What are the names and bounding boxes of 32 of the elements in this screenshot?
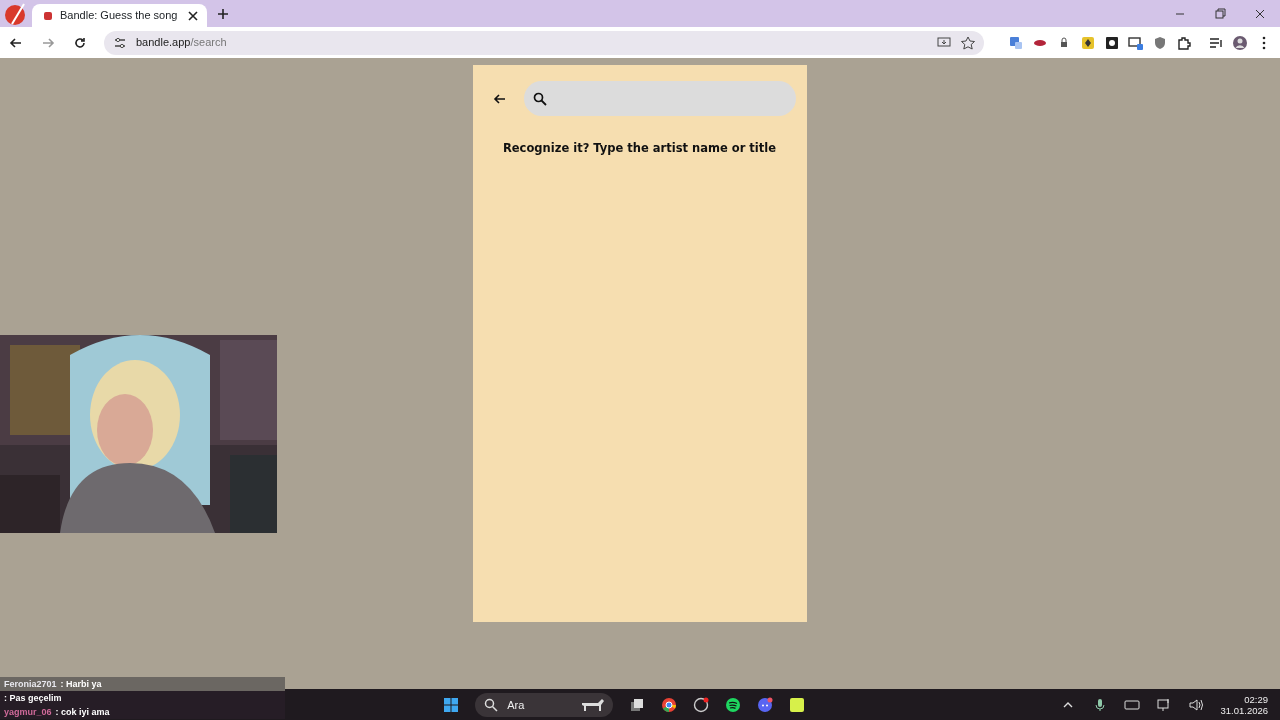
address-bar[interactable]: bandle.app/search	[104, 30, 984, 55]
clock-time[interactable]: 02:29	[1220, 693, 1268, 705]
chat-message: Feronia2701 : Harbi ya	[0, 677, 285, 691]
chat-message: : Pas geçelim	[0, 691, 285, 705]
restore-icon[interactable]	[1212, 5, 1228, 22]
puzzle-icon[interactable]	[1176, 34, 1192, 51]
live-app-icon[interactable]	[789, 697, 806, 713]
task-view-icon[interactable]	[629, 697, 646, 713]
search-icon	[531, 90, 548, 107]
browser-tab[interactable]: Bandle: Guess the song	[32, 4, 207, 27]
tab-title: Bandle: Guess the song	[60, 8, 178, 24]
search-field[interactable]	[523, 81, 796, 116]
start-icon[interactable]	[443, 697, 460, 713]
chat-message: yagmur_06 : cok iyi ama	[0, 705, 285, 719]
star-icon[interactable]	[960, 34, 976, 51]
keyboard-icon[interactable]	[1124, 697, 1141, 713]
cast-icon[interactable]	[1128, 34, 1144, 51]
taskbar-search[interactable]: Ara	[475, 693, 614, 717]
search-hint: Recognize it? Type the artist name or title	[502, 140, 776, 157]
shield-icon[interactable]	[1152, 34, 1168, 51]
volume-icon[interactable]	[1188, 697, 1205, 713]
extension-icon[interactable]	[1104, 34, 1120, 51]
avatar-icon[interactable]	[1232, 34, 1248, 51]
spotify-icon[interactable]	[725, 697, 742, 713]
url-text: bandle.app/search	[136, 35, 228, 51]
extension-icon[interactable]	[1080, 34, 1096, 51]
chrome-icon[interactable]	[661, 697, 678, 713]
clock-date[interactable]: 31.01.2026	[1220, 705, 1268, 717]
browser-logo-icon[interactable]	[4, 1, 28, 26]
translate-icon[interactable]	[1008, 34, 1024, 51]
search-icon	[483, 697, 500, 713]
discord-icon[interactable]	[757, 697, 774, 713]
